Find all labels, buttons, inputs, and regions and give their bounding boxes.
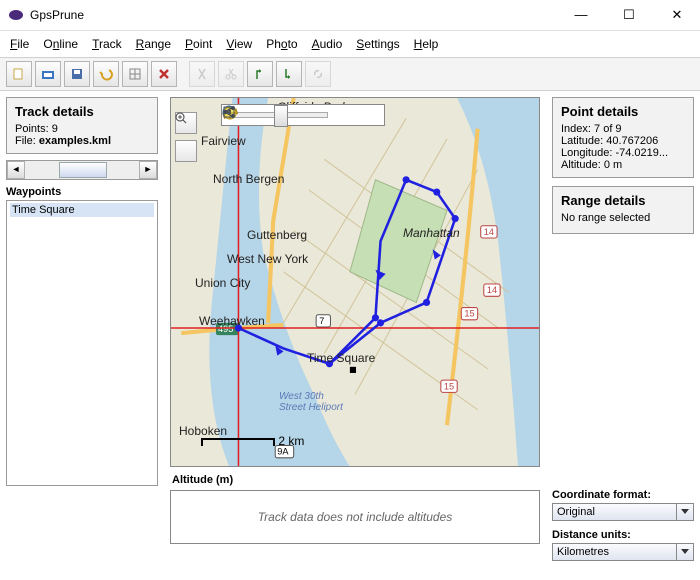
- label-fairview: Fairview: [201, 134, 246, 148]
- scale-label: 2 km: [278, 434, 304, 448]
- left-sidebar: Track details Points: 9 File: examples.k…: [0, 91, 164, 567]
- label-heliport: West 30th Street Heliport: [279, 391, 343, 413]
- waypoint-item[interactable]: Time Square: [10, 203, 154, 217]
- svg-text:14: 14: [487, 285, 497, 295]
- distance-units-select[interactable]: Kilometres: [552, 543, 694, 561]
- label-timesquare: Time Square: [307, 351, 375, 365]
- track-scrollbar[interactable]: ◄ ►: [6, 160, 158, 180]
- main-toolbar: [0, 57, 700, 91]
- label-westny: West New York: [227, 252, 308, 266]
- close-button[interactable]: ✕: [662, 7, 692, 23]
- scale-bar: 2 km: [201, 434, 304, 448]
- menu-file[interactable]: File: [10, 37, 29, 51]
- undo-button[interactable]: [93, 61, 119, 87]
- altitude-title: Altitude (m): [172, 474, 540, 486]
- menu-audio[interactable]: Audio: [312, 37, 343, 51]
- split-button: [218, 61, 244, 87]
- center-panel: 7 9A 495 14 14 15 15: [164, 91, 546, 567]
- menu-settings[interactable]: Settings: [356, 37, 399, 51]
- menu-help[interactable]: Help: [414, 37, 439, 51]
- new-button[interactable]: [6, 61, 32, 87]
- titlebar: GpsPrune — ☐ ✕: [0, 0, 700, 31]
- scroll-left-icon[interactable]: ◄: [7, 161, 25, 179]
- svg-text:9A: 9A: [277, 447, 289, 457]
- coord-format-select[interactable]: Original: [552, 503, 694, 521]
- waypoints-list[interactable]: Time Square: [6, 200, 158, 486]
- menu-online[interactable]: Online: [43, 37, 78, 51]
- app-icon: [8, 7, 24, 23]
- waypoints-panel: Waypoints Time Square: [6, 186, 158, 486]
- label-unioncity: Union City: [195, 276, 250, 290]
- scroll-right-icon[interactable]: ►: [139, 161, 157, 179]
- index-label: Index:: [561, 123, 591, 135]
- menu-photo[interactable]: Photo: [266, 37, 297, 51]
- right-sidebar: Point details Index: 7 of 9 Latitude: 40…: [546, 91, 700, 567]
- menu-track[interactable]: Track: [92, 37, 122, 51]
- lat-label: Latitude:: [561, 135, 603, 147]
- menubar: File Online Track Range Point View Photo…: [0, 31, 700, 57]
- move-down-button[interactable]: [276, 61, 302, 87]
- coord-format-label: Coordinate format:: [552, 489, 694, 501]
- label-weehawken: Weehawken: [199, 314, 265, 328]
- window-title: GpsPrune: [30, 8, 566, 22]
- distance-units-value: Kilometres: [553, 544, 676, 560]
- delete-button[interactable]: [151, 61, 177, 87]
- file-value: examples.kml: [39, 135, 111, 147]
- label-guttenberg: Guttenberg: [247, 228, 307, 242]
- opacity-slider[interactable]: [228, 107, 328, 123]
- menu-range[interactable]: Range: [136, 37, 171, 51]
- distance-units-label: Distance units:: [552, 529, 694, 541]
- label-manhattan: Manhattan: [403, 226, 460, 240]
- svg-text:14: 14: [484, 227, 494, 237]
- waypoints-title: Waypoints: [6, 186, 158, 198]
- altitude-message: Track data does not include altitudes: [170, 490, 540, 544]
- map-canvas[interactable]: 7 9A 495 14 14 15 15: [170, 97, 540, 467]
- menu-view[interactable]: View: [226, 37, 252, 51]
- chevron-down-icon[interactable]: [676, 544, 693, 560]
- track-details-title: Track details: [15, 104, 149, 119]
- cut-button: [189, 61, 215, 87]
- svg-text:7: 7: [319, 316, 324, 326]
- zoom-out-button[interactable]: [175, 140, 197, 162]
- svg-text:15: 15: [444, 381, 454, 391]
- svg-text:15: 15: [464, 309, 474, 319]
- menu-point[interactable]: Point: [185, 37, 212, 51]
- open-button[interactable]: [35, 61, 61, 87]
- scroll-thumb[interactable]: [59, 162, 107, 178]
- minimize-button[interactable]: —: [566, 7, 596, 23]
- alt-value: 0 m: [604, 159, 622, 171]
- index-value: 7 of 9: [594, 123, 622, 135]
- chevron-down-icon[interactable]: [676, 504, 693, 520]
- point-details-panel: Point details Index: 7 of 9 Latitude: 40…: [552, 97, 694, 178]
- file-label: File:: [15, 135, 36, 147]
- points-label: Points:: [15, 123, 49, 135]
- coord-format-control: Coordinate format: Original: [552, 489, 694, 521]
- coord-format-value: Original: [553, 504, 676, 520]
- point-details-title: Point details: [561, 104, 685, 119]
- range-message: No range selected: [561, 212, 685, 224]
- altitude-panel: Altitude (m) Track data does not include…: [170, 472, 540, 544]
- range-details-panel: Range details No range selected: [552, 186, 694, 234]
- maximize-button[interactable]: ☐: [614, 7, 644, 23]
- alt-label: Altitude:: [561, 159, 601, 171]
- points-value: 9: [52, 123, 58, 135]
- range-details-title: Range details: [561, 193, 685, 208]
- track-details-panel: Track details Points: 9 File: examples.k…: [6, 97, 158, 154]
- move-up-button[interactable]: [247, 61, 273, 87]
- lon-label: Longitude:: [561, 147, 612, 159]
- label-northbergen: North Bergen: [213, 172, 284, 186]
- lat-value: 40.767206: [606, 135, 658, 147]
- link-button: [305, 61, 331, 87]
- lon-value: -74.0219...: [615, 147, 668, 159]
- distance-units-control: Distance units: Kilometres: [552, 529, 694, 561]
- map-toolbar: [221, 104, 385, 126]
- save-button[interactable]: [64, 61, 90, 87]
- grid-button[interactable]: [122, 61, 148, 87]
